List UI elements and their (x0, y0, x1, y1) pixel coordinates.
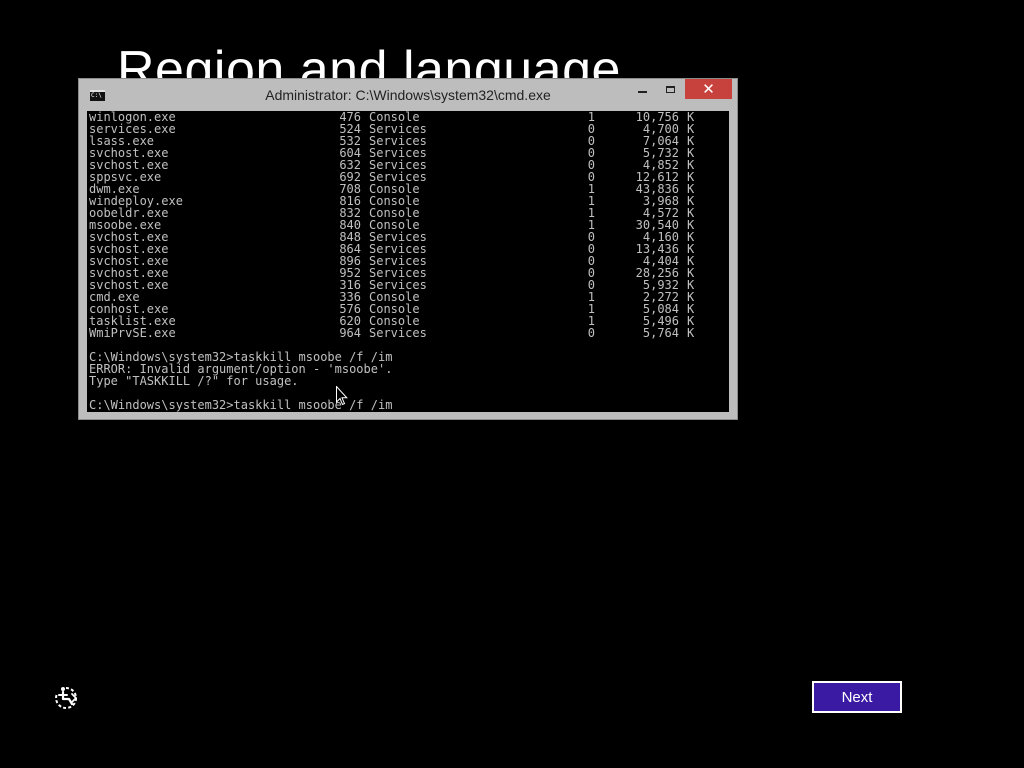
close-button[interactable]: ✕ (685, 79, 732, 99)
next-button[interactable]: Next (812, 681, 902, 713)
console-output[interactable]: winlogon.exe 476 Console 1 10,756 Kservices.e… (87, 111, 729, 412)
maximize-icon (666, 85, 675, 93)
process-session: Services (369, 326, 427, 340)
process-name: WmiPrvSE.exe (89, 326, 176, 340)
process-row: WmiPrvSE.exe 964 Services 0 5,764 K (89, 326, 694, 340)
ease-of-access-icon[interactable] (52, 684, 80, 712)
process-memory: 5,764 (642, 326, 679, 340)
process-pid: 964 (339, 326, 361, 340)
minimize-button[interactable] (629, 79, 656, 99)
process-session-number: 0 (587, 326, 595, 340)
cmd-window[interactable]: C:\ Administrator: C:\Windows\system32\c… (78, 78, 738, 420)
close-icon: ✕ (702, 80, 715, 98)
console-scrollbar[interactable] (729, 111, 737, 412)
process-memory-unit: K (687, 326, 695, 340)
console-text: winlogon.exe 476 Console 1 10,756 Kservices.e… (89, 111, 694, 411)
process-list: winlogon.exe 476 Console 1 10,756 Kservices.e… (89, 111, 694, 340)
maximize-button[interactable] (657, 79, 684, 99)
cmd-titlebar[interactable]: C:\ Administrator: C:\Windows\system32\c… (79, 79, 737, 111)
minimize-icon (638, 91, 647, 93)
